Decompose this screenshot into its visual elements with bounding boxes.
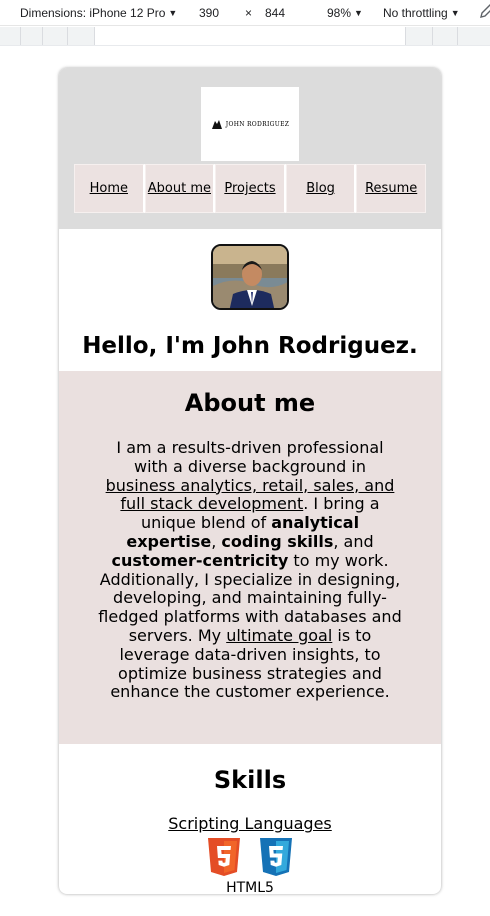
about-paragraph: I am a results-driven professional with … [97,438,403,702]
ruler-mark[interactable] [20,27,21,45]
chevron-down-icon: ▼ [450,8,460,18]
nav-projects[interactable]: Projects [215,164,286,213]
throttling-value: No throttling [383,6,448,20]
about-text: , [211,531,222,551]
main-nav: Home About me Projects Blog Resume [74,164,426,213]
avatar [211,244,289,310]
nav-about-me[interactable]: About me [144,164,216,213]
nav-resume[interactable]: Resume [356,164,426,213]
about-text: , and [333,531,374,551]
devtools-toolbar: Dimensions: iPhone 12 Pro ▼ 390 × 844 98%… [0,0,490,26]
throttling-selector[interactable]: No throttling ▼ [383,6,460,20]
device-viewport: JOHN RODRIGUEZ Home About me Projects Bl… [59,68,441,894]
hero-section: Hello, I'm John Rodriguez. [59,229,441,371]
ruler-mark[interactable] [432,27,433,45]
zoom-value: 98% [327,6,352,20]
ruler-mark[interactable] [67,27,68,45]
nav-home[interactable]: Home [74,164,145,213]
html5-icon [208,838,240,876]
skills-section: Skills Scripting Languages HTML5 [59,744,441,894]
ruler-tint-right [405,27,490,45]
chevron-down-icon: ▼ [354,8,363,18]
logo-silhouette-icon [211,120,222,129]
ultimate-goal-link[interactable]: ultimate goal [226,626,332,645]
device-selector[interactable]: Dimensions: iPhone 12 Pro ▼ [20,6,177,20]
chevron-down-icon: ▼ [168,8,178,18]
times-separator: × [245,6,253,20]
ruler-mark[interactable] [42,27,43,45]
height-input[interactable]: 844 [265,6,285,20]
ruler-mark[interactable] [94,27,95,45]
pen-icon[interactable] [478,3,490,21]
logo-text: JOHN RODRIGUEZ [225,120,290,128]
ruler-tint-left [0,27,95,45]
media-query-ruler [0,27,490,46]
ruler-mark[interactable] [457,27,458,45]
width-input[interactable]: 390 [199,6,219,20]
device-dimensions-label: Dimensions: iPhone 12 Pro [20,6,166,20]
ruler-mark[interactable] [405,27,406,45]
logo[interactable]: JOHN RODRIGUEZ [201,87,299,161]
nav-blog[interactable]: Blog [285,164,357,213]
zoom-selector[interactable]: 98% ▼ [327,6,363,20]
scripting-languages-link[interactable]: Scripting Languages [168,814,332,833]
about-text: I am a results-driven professional with … [116,438,384,476]
about-section: About me I am a results-driven professio… [59,371,441,744]
about-bold: customer-centricity [111,550,289,570]
site-header: JOHN RODRIGUEZ Home About me Projects Bl… [59,68,441,229]
tech-icons [59,838,441,876]
skills-title: Skills [213,766,287,794]
greeting-heading: Hello, I'm John Rodriguez. [82,333,418,359]
css3-icon [260,838,292,876]
tech-label: HTML5 [226,880,274,894]
about-title: About me [184,389,316,417]
about-bold: coding skills [221,531,334,551]
